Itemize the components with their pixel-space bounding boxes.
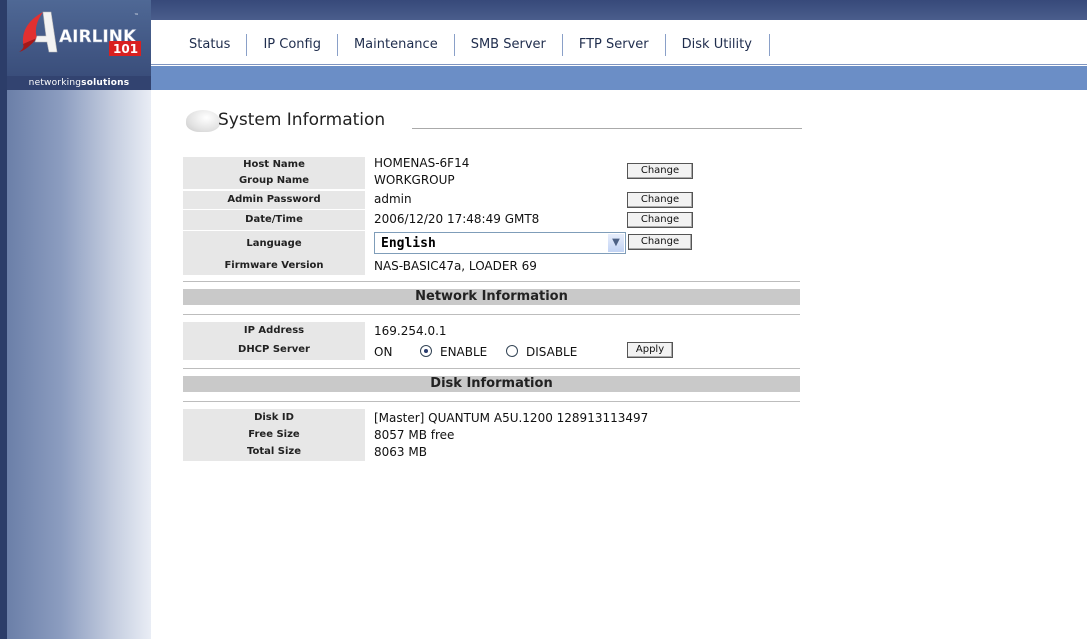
divider: [183, 314, 800, 315]
top-banner: [151, 0, 1087, 20]
divider: [183, 368, 800, 369]
free-size-value: 8057 MB free: [374, 428, 455, 442]
disk-id-label: Disk ID: [183, 409, 365, 427]
admin-password-value: admin: [374, 192, 412, 206]
main-navigation: Status IP Config Maintenance SMB Server …: [151, 20, 1087, 66]
nav-status[interactable]: Status: [173, 34, 248, 56]
dhcp-status: ON: [374, 345, 393, 359]
network-information-header: Network Information: [183, 289, 800, 305]
sidebar: [7, 90, 151, 639]
disk-id-value: [Master] QUANTUM A5U.1200 128913113497: [374, 411, 649, 425]
slogan: networkingsolutions: [7, 76, 151, 90]
svg-text:™: ™: [134, 13, 139, 19]
slogan-prefix: networking: [28, 78, 82, 88]
datetime-label: Date/Time: [183, 210, 365, 230]
submenu-bar: [151, 66, 1087, 90]
ip-address-label: IP Address: [183, 322, 365, 340]
change-name-button[interactable]: Change: [627, 163, 693, 179]
nav-disk-utility[interactable]: Disk Utility: [666, 34, 770, 56]
dhcp-disable-radio[interactable]: [506, 345, 518, 357]
left-border: [0, 0, 7, 639]
airlink101-logo[interactable]: AIRLINK 101 ™: [13, 8, 145, 58]
dhcp-enable-radio[interactable]: [420, 345, 432, 357]
free-size-label: Free Size: [183, 427, 365, 443]
nav-ip-config[interactable]: IP Config: [247, 34, 338, 56]
host-name-value: HOMENAS-6F14: [374, 156, 470, 170]
ip-address-value: 169.254.0.1: [374, 324, 447, 338]
nav-underline: [151, 64, 1087, 65]
page-title: System Information: [218, 110, 386, 130]
firmware-version-label: Firmware Version: [183, 257, 365, 275]
divider: [183, 401, 800, 402]
language-select[interactable]: English ▼: [374, 232, 626, 254]
nav-smb-server[interactable]: SMB Server: [455, 34, 563, 56]
admin-password-label: Admin Password: [183, 191, 365, 209]
nav-ftp-server[interactable]: FTP Server: [563, 34, 666, 56]
divider: [183, 281, 800, 282]
logo-number: 101: [113, 42, 138, 56]
firmware-version-value: NAS-BASIC47a, LOADER 69: [374, 259, 537, 273]
group-name-value: WORKGROUP: [374, 173, 455, 187]
slogan-suffix: solutions: [81, 78, 130, 88]
language-label: Language: [183, 231, 365, 257]
apply-button[interactable]: Apply: [627, 342, 673, 358]
change-datetime-button[interactable]: Change: [627, 212, 693, 228]
total-size-label: Total Size: [183, 443, 365, 461]
chevron-down-icon[interactable]: ▼: [608, 234, 624, 252]
cloud-icon: [186, 110, 220, 132]
nav-maintenance[interactable]: Maintenance: [338, 34, 455, 56]
dhcp-server-label: DHCP Server: [183, 340, 365, 360]
host-name-label: Host Name: [183, 157, 365, 173]
total-size-value: 8063 MB: [374, 445, 427, 459]
title-underline: [412, 128, 802, 129]
change-password-button[interactable]: Change: [627, 192, 693, 208]
dhcp-enable-label: ENABLE: [440, 345, 488, 359]
disk-information-header: Disk Information: [183, 376, 800, 392]
language-select-value: English: [381, 236, 436, 251]
change-language-button[interactable]: Change: [628, 234, 692, 250]
datetime-value: 2006/12/20 17:48:49 GMT8: [374, 212, 540, 226]
dhcp-disable-label: DISABLE: [526, 345, 578, 359]
group-name-label: Group Name: [183, 173, 365, 189]
